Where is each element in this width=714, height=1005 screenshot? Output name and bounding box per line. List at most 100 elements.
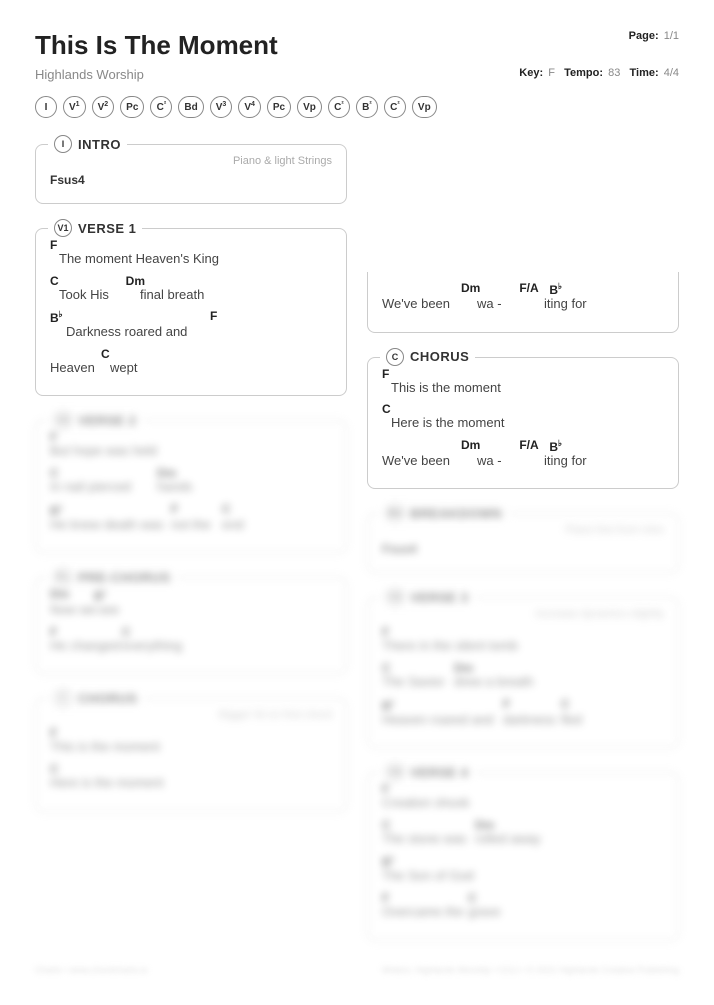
- chord: F: [382, 368, 389, 380]
- section-chorus: C CHORUS FThis is the momentCHere is the…: [367, 357, 679, 490]
- section-badge: V3: [386, 588, 404, 606]
- nav-pill[interactable]: Bd: [178, 96, 203, 118]
- chord: F: [50, 431, 169, 443]
- chord-lyric-line: CDmThe Saviordrew a breath: [382, 662, 664, 690]
- chord: C: [382, 662, 452, 674]
- lyric: drew a breath: [454, 674, 545, 690]
- footer-left: Charts • www.chordcharts.io: [35, 965, 148, 975]
- nav-pill[interactable]: V2: [92, 96, 115, 118]
- lyric: The Savior: [382, 674, 452, 690]
- chord: Fsus4: [382, 542, 664, 556]
- artist-name: Highlands Worship: [35, 67, 144, 82]
- section-badge: C: [54, 689, 72, 707]
- chord-lyric-line: CDmTook His final breath: [50, 275, 332, 303]
- nav-pill[interactable]: Vp: [412, 96, 437, 118]
- chord-lyric-line: FBut hope was held: [50, 431, 332, 459]
- chord-lyric-line: B♭FDarkness roared and: [50, 310, 332, 340]
- lyric: everything: [122, 638, 192, 654]
- lyric: But hope was held: [50, 443, 169, 459]
- chord: C: [382, 403, 391, 415]
- nav-pill[interactable]: C²: [384, 96, 406, 118]
- chord: [112, 348, 140, 360]
- chord: C: [382, 819, 473, 831]
- chord: F: [382, 626, 550, 638]
- lyric: [382, 380, 389, 396]
- chord: C: [50, 275, 59, 287]
- chord: [61, 275, 124, 287]
- chord: F: [50, 239, 57, 251]
- section-title: VERSE 1: [78, 221, 136, 236]
- chord-lyric-line: FThis is the moment: [50, 727, 332, 755]
- section-prechorus: Pc PRE-CHORUS DmB♭Now weseeFCHe changede…: [35, 577, 347, 674]
- lyric: iting for: [544, 453, 614, 469]
- section-chorus-blur: C CHORUS Bigger hit on first chord FThis…: [35, 698, 347, 811]
- lyric: We've been: [382, 296, 459, 312]
- nav-pill[interactable]: Pc: [120, 96, 144, 118]
- chord-lyric-line: DmF/A B♭We've been wa - iting for: [382, 282, 664, 312]
- nav-pill[interactable]: Vp: [297, 96, 322, 118]
- chord-lyric-line: CDmIn nail piercedhands: [50, 467, 332, 495]
- section-title: CHORUS: [78, 691, 137, 706]
- chord-lyric-line: CHere is the moment: [382, 403, 664, 431]
- chord: [50, 348, 99, 360]
- nav-pill[interactable]: V1: [63, 96, 86, 118]
- chord-lyric-line: B♭FCHe knew death wasnot theend: [50, 503, 332, 533]
- lyric: Now we: [50, 602, 96, 618]
- section-note: Bigger hit on first chord: [50, 709, 332, 721]
- page-footer: Charts • www.chordcharts.io Writers: Hig…: [35, 965, 679, 975]
- lyric: This is the moment: [391, 380, 517, 396]
- chord: Dm: [475, 819, 552, 831]
- chord: F: [503, 698, 559, 712]
- nav-pill[interactable]: Pc: [267, 96, 291, 118]
- section-title: INTRO: [78, 137, 121, 152]
- chord-lyric-line: DmF/A B♭We've been wa - iting for: [382, 439, 664, 469]
- chord-lyric-line: B♭FCHeaven roared anddarknessfled: [382, 698, 664, 728]
- chord: Dm: [461, 282, 480, 296]
- lyric: wa -: [477, 453, 512, 469]
- section-nav: IV1V2PcC²BdV3V4PcVpC²B²C²Vp: [35, 96, 679, 118]
- chord-lyric-line: FThere in the silent tomb: [382, 626, 664, 654]
- section-badge: V2: [54, 411, 72, 429]
- nav-pill[interactable]: V3: [210, 96, 233, 118]
- nav-pill[interactable]: I: [35, 96, 57, 118]
- section-note: Piano & light Strings: [50, 155, 332, 167]
- section-partial: DmF/A B♭We've been wa - iting for: [367, 272, 679, 333]
- nav-pill[interactable]: C²: [328, 96, 350, 118]
- lyric: wa -: [477, 296, 512, 312]
- lyric: iting for: [544, 296, 614, 312]
- chord-lyric-line: FCHe changedeverything: [50, 626, 332, 654]
- lyric: [461, 453, 475, 469]
- chord: Dm: [461, 439, 480, 453]
- section-title: CHORUS: [410, 349, 469, 364]
- lyric: fled: [561, 712, 589, 728]
- chord: C: [222, 503, 243, 517]
- chord: [391, 368, 517, 380]
- chord: [382, 282, 459, 296]
- chord: [393, 403, 519, 415]
- chord: [59, 239, 227, 251]
- section-breakdown: Bd BREAKDOWN Piano line from Intro Fsus4: [367, 513, 679, 573]
- section-badge: I: [54, 135, 72, 153]
- nav-pill[interactable]: B²: [356, 96, 378, 118]
- chord: Dm: [126, 275, 145, 287]
- chord: Dm: [50, 588, 92, 602]
- lyric: [514, 296, 542, 312]
- footer-right: Writers: Highlands Worship • CCLI • © 20…: [382, 965, 679, 975]
- song-title: This Is The Moment: [35, 30, 278, 61]
- section-verse1: V1 VERSE 1 FThe moment Heaven's KingCDmT…: [35, 228, 347, 396]
- section-verse2: V2 VERSE 2 FBut hope was heldCDmIn nail …: [35, 420, 347, 553]
- nav-pill[interactable]: C²: [150, 96, 172, 118]
- section-title: VERSE 3: [410, 590, 468, 605]
- lyric: He changed: [50, 638, 120, 654]
- lyric: [101, 360, 108, 376]
- lyric: wept: [110, 360, 138, 376]
- lyric: We've been: [382, 453, 459, 469]
- nav-pill[interactable]: V4: [238, 96, 261, 118]
- section-badge: Pc: [54, 568, 72, 586]
- lyric: darkness: [503, 712, 559, 728]
- lyric: [461, 296, 475, 312]
- lyric: final breath: [140, 287, 224, 303]
- lyric: [124, 287, 138, 303]
- chord: Fsus4: [50, 173, 332, 187]
- lyric: [382, 415, 389, 431]
